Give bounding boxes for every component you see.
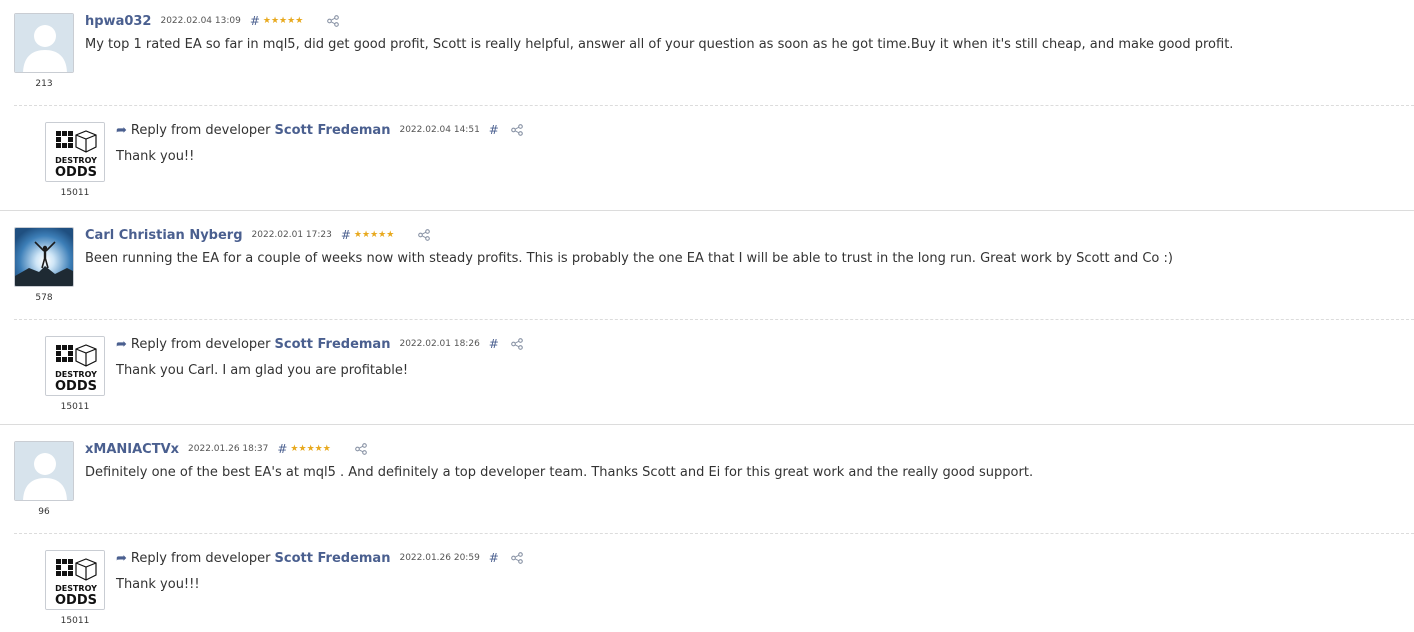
review-header: xMANIACTVx 2022.01.26 18:37 # ★ ★ ★ ★ ★ <box>85 441 367 457</box>
user-rating-count: 578 <box>35 293 53 303</box>
review-date: 2022.02.01 17:23 <box>251 230 332 240</box>
svg-text:DESTROY: DESTROY <box>55 584 97 593</box>
share-icon[interactable] <box>327 15 340 27</box>
review-divider <box>0 210 1414 211</box>
share-icon[interactable] <box>511 338 523 350</box>
user-rating-count: 213 <box>35 79 53 89</box>
star-icon: ★ <box>279 15 288 26</box>
developer-avatar[interactable]: DESTROY ODDS <box>45 336 105 396</box>
review-permalink[interactable]: # <box>277 442 287 456</box>
photo-person-sky-avatar-icon <box>15 228 73 286</box>
reply-arrow-icon: ➦ <box>116 550 127 566</box>
star-icon: ★ <box>287 15 296 26</box>
star-icon: ★ <box>270 15 280 26</box>
star-rating: ★ ★ ★ ★ ★ <box>353 229 395 240</box>
svg-text:ODDS: ODDS <box>55 593 97 608</box>
reply-text: Thank you!! <box>116 149 195 164</box>
share-icon[interactable] <box>511 552 523 564</box>
user-rating-count: 96 <box>38 507 50 517</box>
reply-divider <box>14 319 1414 320</box>
review-divider <box>0 424 1414 425</box>
reply-date: 2022.02.01 18:26 <box>399 339 480 349</box>
user-avatar[interactable] <box>14 227 74 287</box>
star-icon: ★ <box>353 229 362 240</box>
share-icon[interactable] <box>354 443 367 455</box>
default-user-avatar-icon <box>15 442 73 500</box>
reply-arrow-icon: ➦ <box>116 336 127 352</box>
svg-text:DESTROY: DESTROY <box>55 156 97 165</box>
star-icon: ★ <box>386 229 395 240</box>
reply-header: ➦ Reply from developer Scott Fredeman 20… <box>116 550 523 566</box>
star-icon: ★ <box>295 15 304 26</box>
star-icon: ★ <box>306 443 315 454</box>
developer-rating-count: 15011 <box>60 402 90 412</box>
default-user-avatar-icon <box>15 14 73 72</box>
review-author[interactable]: xMANIACTVx <box>85 442 179 457</box>
developer-avatar[interactable]: DESTROY ODDS <box>45 122 105 182</box>
star-icon: ★ <box>370 229 379 240</box>
developer-name[interactable]: Scott Fredeman <box>275 123 391 138</box>
star-rating: ★ ★ ★ ★ ★ <box>262 15 304 26</box>
star-icon: ★ <box>262 15 271 26</box>
reply-text: Thank you Carl. I am glad you are profit… <box>116 363 409 378</box>
star-icon: ★ <box>314 443 323 454</box>
star-icon: ★ <box>298 443 307 454</box>
destroy-odds-logo-icon: DESTROY ODDS <box>46 551 104 609</box>
destroy-odds-logo-icon: DESTROY ODDS <box>46 337 104 395</box>
developer-rating-count: 15011 <box>60 188 90 198</box>
reply-date: 2022.01.26 20:59 <box>399 553 480 563</box>
reply-permalink[interactable]: # <box>489 551 499 565</box>
reply-permalink[interactable]: # <box>489 123 499 137</box>
review-header: hpwa032 2022.02.04 13:09 # ★ ★ ★ ★ ★ <box>85 13 340 29</box>
star-icon: ★ <box>322 443 331 454</box>
user-avatar[interactable] <box>14 441 74 501</box>
reply-label: Reply from developer <box>130 550 271 566</box>
review-text: Definitely one of the best EA's at mql5 … <box>85 465 1034 480</box>
review-author[interactable]: Carl Christian Nyberg <box>85 228 243 243</box>
reply-permalink[interactable]: # <box>489 337 499 351</box>
destroy-odds-logo-icon: DESTROY ODDS <box>46 123 104 181</box>
review-header: Carl Christian Nyberg 2022.02.01 17:23 #… <box>85 227 431 243</box>
reply-text: Thank you!!! <box>116 577 200 592</box>
review-author[interactable]: hpwa032 <box>85 14 151 29</box>
reply-arrow-icon: ➦ <box>116 122 127 138</box>
star-rating: ★ ★ ★ ★ ★ <box>290 443 331 454</box>
star-icon: ★ <box>362 229 371 240</box>
reply-date: 2022.02.04 14:51 <box>399 125 480 135</box>
svg-text:ODDS: ODDS <box>55 165 97 180</box>
review-text: Been running the EA for a couple of week… <box>85 251 1173 266</box>
star-icon: ★ <box>378 229 387 240</box>
reply-label: Reply from developer <box>130 122 271 138</box>
developer-name[interactable]: Scott Fredeman <box>275 551 391 566</box>
svg-text:ODDS: ODDS <box>55 379 97 394</box>
reply-divider <box>14 105 1414 106</box>
svg-text:DESTROY: DESTROY <box>55 370 97 379</box>
reply-header: ➦ Reply from developer Scott Fredeman 20… <box>116 336 523 352</box>
review-date: 2022.02.04 13:09 <box>160 16 241 26</box>
developer-name[interactable]: Scott Fredeman <box>275 337 391 352</box>
reply-header: ➦ Reply from developer Scott Fredeman 20… <box>116 122 523 138</box>
share-icon[interactable] <box>511 124 523 136</box>
review-date: 2022.01.26 18:37 <box>188 444 269 454</box>
developer-rating-count: 15011 <box>60 616 90 626</box>
review-text: My top 1 rated EA so far in mql5, did ge… <box>85 37 1234 52</box>
review-permalink[interactable]: # <box>250 14 260 28</box>
share-icon[interactable] <box>418 229 431 241</box>
reply-label: Reply from developer <box>130 336 271 352</box>
developer-avatar[interactable]: DESTROY ODDS <box>45 550 105 610</box>
star-icon: ★ <box>290 443 299 454</box>
reply-divider <box>14 533 1414 534</box>
user-avatar[interactable] <box>14 13 74 73</box>
review-permalink[interactable]: # <box>341 228 351 242</box>
